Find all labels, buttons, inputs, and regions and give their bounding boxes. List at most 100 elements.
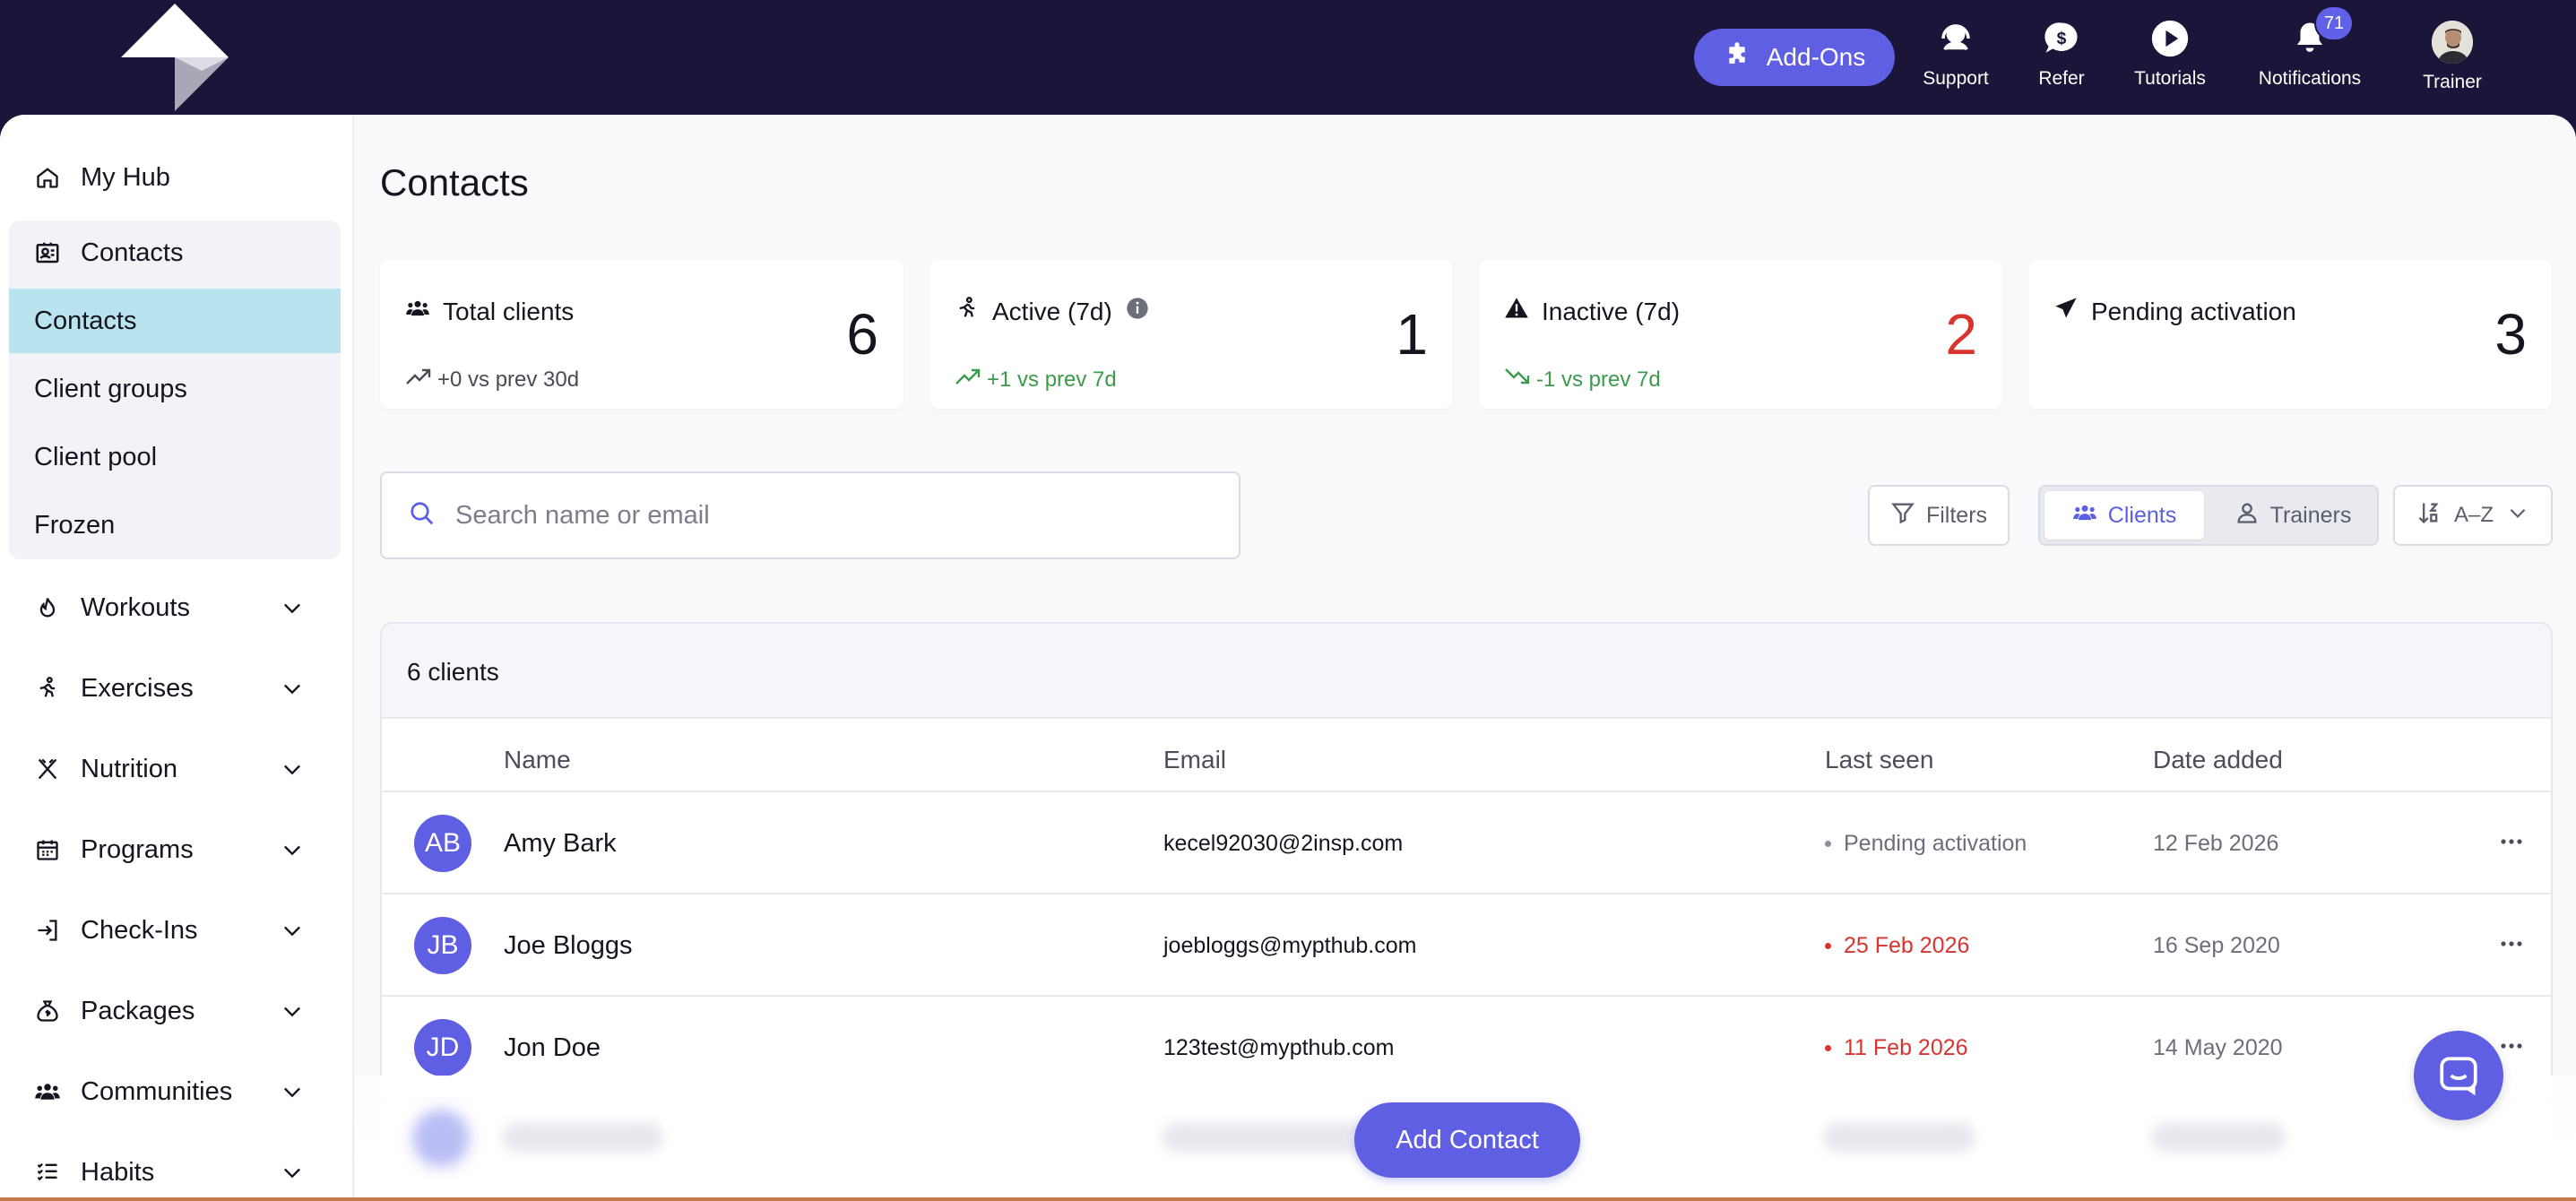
sidebar-item-packages[interactable]: Packages — [9, 979, 341, 1043]
money-bag-icon — [32, 996, 63, 1026]
refer-label: Refer — [2038, 68, 2085, 89]
sidebar-item-habits[interactable]: Habits — [9, 1140, 341, 1197]
filters-button[interactable]: Filters — [1868, 485, 2010, 546]
trend-up-icon — [955, 366, 981, 393]
sidebar: My Hub Contacts Contacts Client groups C… — [0, 115, 354, 1197]
users-icon — [32, 1076, 63, 1107]
stat-value: 3 — [2494, 302, 2527, 367]
paper-plane-icon — [2053, 296, 2079, 327]
sidebar-item-workouts[interactable]: Workouts — [9, 575, 341, 640]
sort-label: A–Z — [2453, 503, 2494, 527]
last-seen-status: 11 Feb 2026 — [1825, 1035, 1968, 1061]
users-icon — [405, 296, 430, 327]
stat-title: Active (7d) — [992, 297, 1112, 325]
chat-support-icon[interactable] — [2414, 1031, 2503, 1120]
contact-name[interactable]: Joe Bloggs — [504, 931, 633, 961]
avatar — [2432, 21, 2473, 64]
stat-card-inactive[interactable]: Inactive (7d) 2 -1 vs prev 7d — [1479, 260, 2002, 409]
notifications-label: Notifications — [2258, 68, 2362, 89]
clients-label: Clients — [2107, 502, 2177, 528]
last-seen-value: 11 Feb 2026 — [1844, 1035, 1968, 1060]
headset-icon — [1935, 18, 1976, 59]
support-nav[interactable]: Support — [1918, 18, 1993, 108]
sidebar-item-my-hub[interactable]: My Hub — [9, 145, 341, 210]
blurred-row-text — [502, 1122, 663, 1153]
contact-name[interactable]: Jon Doe — [504, 1033, 601, 1063]
add-ons-button[interactable]: Add-Ons — [1694, 29, 1895, 86]
calendar-icon — [32, 834, 63, 865]
stat-card-total-clients[interactable]: Total clients 6 +0 vs prev 30d — [380, 260, 903, 409]
user-icon — [2235, 500, 2260, 531]
chevron-down-icon — [280, 918, 305, 950]
contact-email: joebloggs@mypthub.com — [1163, 933, 1417, 958]
stat-title: Inactive (7d) — [1542, 297, 1681, 325]
sidebar-item-exercises[interactable]: Exercises — [9, 656, 341, 721]
column-header-date-added[interactable]: Date added — [2153, 746, 2283, 774]
last-seen-value: 25 Feb 2026 — [1844, 933, 1970, 958]
users-icon — [2072, 500, 2097, 531]
sort-dropdown[interactable]: A–Z — [2393, 485, 2553, 546]
stat-change: -1 vs prev 7d — [1536, 367, 1661, 392]
chevron-down-icon — [280, 1079, 305, 1111]
blurred-row-text — [2151, 1122, 2286, 1153]
sidebar-subitem-frozen[interactable]: Frozen — [9, 493, 341, 557]
trainer-label: Trainer — [2423, 72, 2482, 92]
contact-name[interactable]: Amy Bark — [504, 829, 617, 859]
filter-icon — [1890, 500, 1915, 531]
tutorials-nav[interactable]: Tutorials — [2128, 18, 2212, 108]
flame-icon — [32, 592, 63, 623]
more-options-icon[interactable] — [2494, 930, 2529, 957]
table-row[interactable]: AB Amy Bark kecel92030@2insp.com Pending… — [382, 792, 2551, 894]
chevron-down-icon — [280, 595, 305, 627]
sidebar-item-label: Exercises — [81, 673, 194, 703]
refer-nav[interactable]: $ Refer — [2027, 18, 2096, 108]
search-box[interactable] — [380, 471, 1240, 559]
last-seen-value: Pending activation — [1844, 831, 2027, 856]
chevron-down-icon — [2506, 501, 2529, 531]
table-row[interactable]: JB Joe Bloggs joebloggs@mypthub.com 25 F… — [382, 894, 2551, 997]
info-icon[interactable] — [1125, 296, 1150, 327]
sidebar-subitem-client-groups[interactable]: Client groups — [9, 357, 341, 421]
sidebar-subitem-client-pool[interactable]: Client pool — [9, 425, 341, 489]
avatar: AB — [414, 815, 471, 872]
sidebar-item-label: Nutrition — [81, 754, 177, 783]
stat-card-active[interactable]: Active (7d) 1 +1 vs prev 7d — [929, 260, 1453, 409]
puzzle-icon — [1724, 41, 1750, 74]
sidebar-item-check-ins[interactable]: Check-Ins — [9, 898, 341, 963]
column-header-last-seen[interactable]: Last seen — [1825, 746, 1933, 774]
sidebar-item-communities[interactable]: Communities — [9, 1059, 341, 1124]
notifications-nav[interactable]: 71 Notifications — [2252, 5, 2368, 108]
trainers-label: Trainers — [2269, 502, 2352, 528]
sidebar-item-programs[interactable]: Programs — [9, 817, 341, 882]
utensils-icon — [32, 754, 63, 784]
stat-card-pending-activation[interactable]: Pending activation 3 — [2028, 260, 2552, 409]
sidebar-subitem-contacts[interactable]: Contacts — [9, 289, 341, 353]
sidebar-item-contacts[interactable]: Contacts — [9, 220, 341, 285]
clients-toggle-button[interactable]: Clients — [2044, 491, 2204, 540]
sidebar-item-label: Habits — [81, 1157, 155, 1187]
running-icon — [32, 673, 63, 704]
chevron-down-icon — [280, 837, 305, 869]
warning-icon — [1504, 296, 1529, 327]
trainers-toggle-button[interactable]: Trainers — [2212, 491, 2373, 540]
search-icon — [409, 500, 436, 531]
sign-in-icon — [32, 915, 63, 946]
avatar: JD — [414, 1019, 471, 1076]
sidebar-item-nutrition[interactable]: Nutrition — [9, 737, 341, 801]
search-input[interactable] — [455, 500, 1190, 531]
svg-text:$: $ — [2057, 30, 2067, 48]
status-dot — [1825, 841, 1831, 847]
sidebar-item-label: Check-Ins — [81, 915, 198, 945]
stat-change: +0 vs prev 30d — [437, 367, 580, 392]
app-logo[interactable] — [121, 4, 229, 111]
trainer-profile-nav[interactable]: Trainer — [2415, 21, 2490, 111]
last-seen-status: Pending activation — [1825, 831, 2027, 857]
trend-up-icon — [405, 366, 432, 393]
blurred-avatar — [412, 1110, 470, 1167]
checklist-icon — [32, 1157, 63, 1188]
column-header-email[interactable]: Email — [1163, 746, 1226, 774]
column-header-name[interactable]: Name — [504, 746, 571, 774]
add-contact-button[interactable]: Add Contact — [1354, 1102, 1580, 1178]
more-options-icon[interactable] — [2494, 828, 2529, 855]
sidebar-item-label: Communities — [81, 1076, 233, 1106]
